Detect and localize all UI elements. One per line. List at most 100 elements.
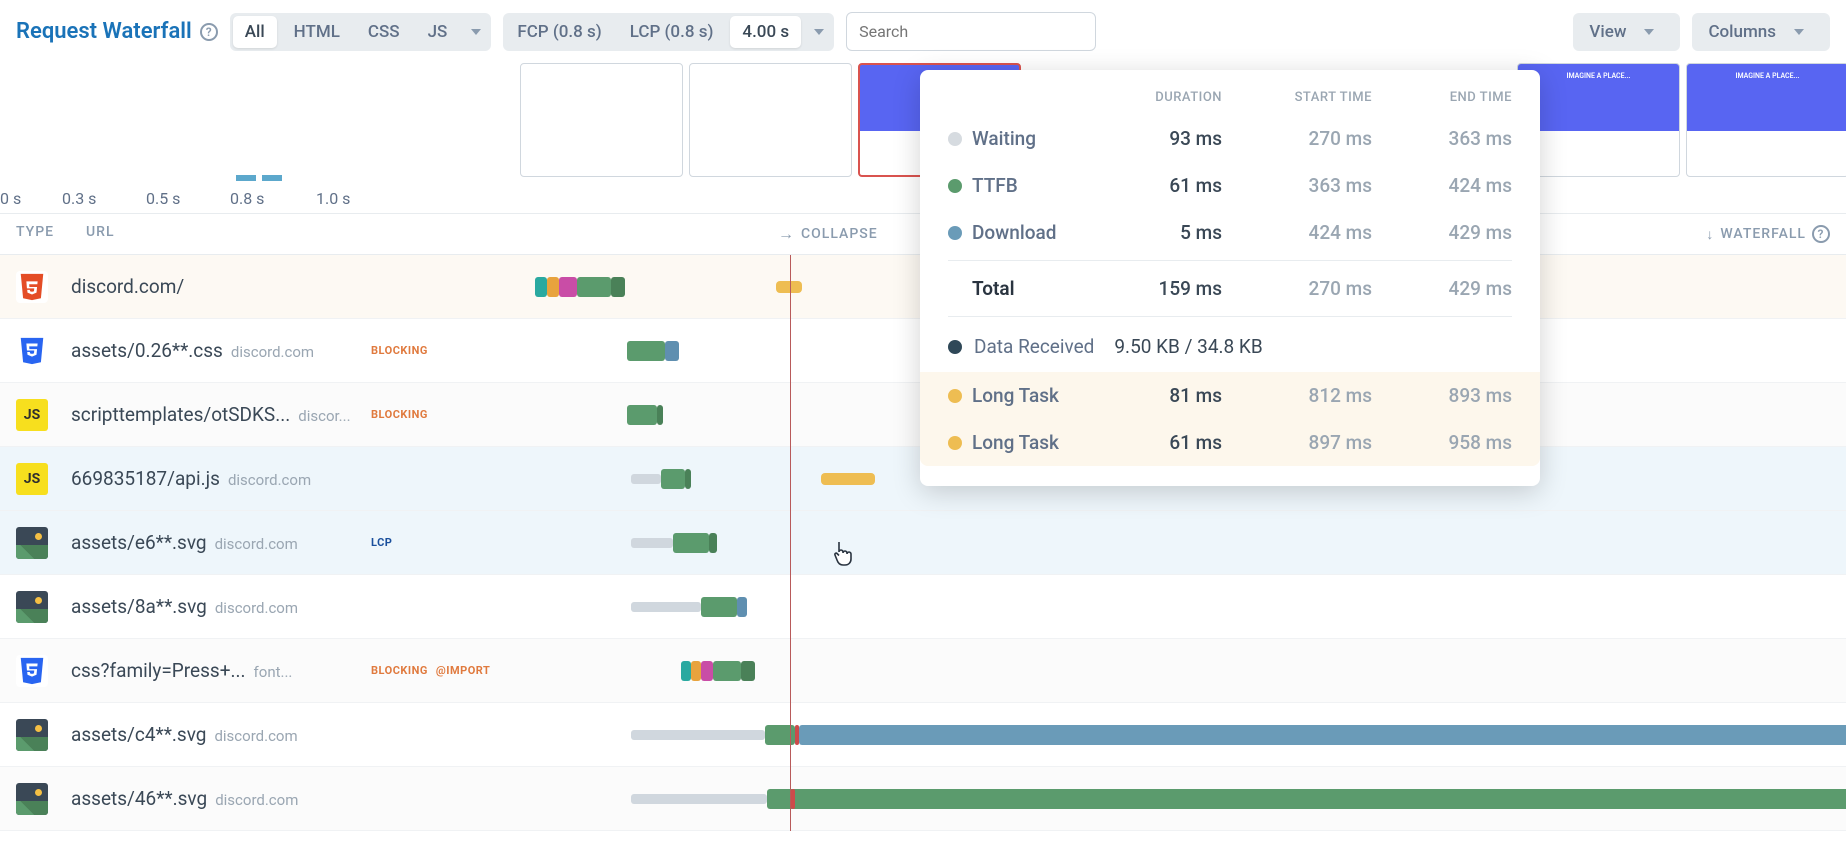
filter-more-icon[interactable] (471, 29, 481, 35)
phase-dot (948, 226, 962, 240)
request-row[interactable]: assets/46**.svg discord.com (0, 767, 1846, 831)
col-url[interactable]: URL (86, 224, 778, 244)
view-label: View (1589, 22, 1626, 42)
metric-group: FCP (0.8 s) LCP (0.8 s) 4.00 s (503, 13, 834, 51)
request-url: assets/c4**.svg (71, 723, 206, 746)
request-row[interactable]: assets/e6**.svg discord.com LCP (0, 511, 1846, 575)
metric-fcp[interactable]: FCP (0.8 s) (503, 14, 615, 50)
phase-duration: 93 ms (1102, 127, 1222, 150)
blocking-badge: BLOCKING (371, 344, 428, 357)
phase-start: 424 ms (1222, 221, 1372, 244)
filter-all[interactable]: All (233, 16, 277, 48)
request-url: assets/e6**.svg (71, 531, 207, 554)
request-domain: font... (254, 663, 293, 681)
longtask-duration: 61 ms (1102, 431, 1222, 454)
total-end: 429 ms (1372, 277, 1512, 300)
phase-duration: 61 ms (1102, 174, 1222, 197)
request-row[interactable]: css?family=Press+... font... BLOCKING @I… (0, 639, 1846, 703)
phase-dot (948, 132, 962, 146)
search-input[interactable] (846, 12, 1096, 51)
waterfall-bar (531, 595, 1830, 619)
ruler-marker (262, 175, 282, 181)
request-row[interactable]: assets/8a**.svg discord.com (0, 575, 1846, 639)
phase-duration: 5 ms (1102, 221, 1222, 244)
header-toolbar: Request Waterfall ? All HTML CSS JS FCP … (0, 0, 1846, 63)
ruler-marker (236, 175, 256, 181)
filter-html[interactable]: HTML (280, 14, 354, 50)
collapse-label: COLLAPSE (801, 226, 878, 242)
longtask-dot (948, 436, 962, 450)
filmstrip-frame[interactable] (689, 63, 852, 177)
longtask-label: Long Task (972, 384, 1102, 407)
longtask-duration: 81 ms (1102, 384, 1222, 407)
longtask-start: 812 ms (1222, 384, 1372, 407)
cursor-icon (831, 540, 853, 571)
metric-lcp[interactable]: LCP (0.8 s) (616, 14, 728, 50)
waterfall-bar (531, 531, 1830, 555)
request-url: discord.com/ (71, 275, 184, 298)
filter-css[interactable]: CSS (354, 14, 414, 50)
waterfall-label: WATERFALL (1720, 226, 1806, 242)
image-icon (16, 719, 48, 751)
data-received-value: 9.50 KB / 34.8 KB (1114, 335, 1262, 358)
import-badge: @IMPORT (436, 664, 490, 677)
help-icon[interactable]: ? (1812, 225, 1830, 243)
waterfall-bar (531, 659, 1830, 683)
tt-col-duration: DURATION (1102, 90, 1222, 105)
waterfall-bar (531, 787, 1830, 811)
request-url: css?family=Press+... (71, 659, 246, 682)
phase-end: 429 ms (1372, 221, 1512, 244)
filmstrip-frame[interactable] (1517, 63, 1680, 177)
filmstrip-frame[interactable] (520, 63, 683, 177)
request-row[interactable]: assets/c4**.svg discord.com (0, 703, 1846, 767)
request-url: scripttemplates/otSDKS... (71, 403, 290, 426)
image-icon (16, 527, 48, 559)
request-domain: discord.com (215, 535, 298, 553)
request-domain: discord.com (214, 727, 297, 745)
view-button[interactable]: View (1573, 13, 1680, 51)
tt-col-start: START TIME (1222, 90, 1372, 105)
longtask-dot (948, 389, 962, 403)
filmstrip-frame[interactable] (1686, 63, 1846, 177)
phase-label: Download (972, 221, 1102, 244)
help-icon[interactable]: ? (200, 23, 218, 41)
image-icon (16, 783, 48, 815)
request-domain: discord.com (231, 343, 314, 361)
js-icon: JS (16, 399, 48, 431)
filter-js[interactable]: JS (414, 14, 462, 50)
total-start: 270 ms (1222, 277, 1372, 300)
time-guideline (790, 255, 791, 831)
col-waterfall[interactable]: ↓ WATERFALL ? (1650, 224, 1830, 244)
total-label: Total (972, 277, 1102, 300)
ruler-tick: 0.3 s (62, 189, 96, 208)
phase-label: Waiting (972, 127, 1102, 150)
metric-more-icon[interactable] (814, 29, 824, 35)
html-icon (16, 271, 48, 303)
ruler-tick: 0.8 s (230, 189, 264, 208)
columns-button[interactable]: Columns (1692, 13, 1830, 51)
sort-down-icon: ↓ (1706, 226, 1714, 243)
longtask-end: 958 ms (1372, 431, 1512, 454)
phase-dot (948, 179, 962, 193)
phase-start: 363 ms (1222, 174, 1372, 197)
blocking-badge: BLOCKING (371, 408, 428, 421)
chevron-down-icon (1644, 29, 1654, 35)
js-icon: JS (16, 463, 48, 495)
request-url: assets/46**.svg (71, 787, 207, 810)
longtask-label: Long Task (972, 431, 1102, 454)
request-url: 669835187/api.js (71, 467, 220, 490)
request-domain: discor... (298, 407, 350, 425)
tt-col-end: END TIME (1372, 90, 1512, 105)
metric-time[interactable]: 4.00 s (730, 16, 801, 48)
request-domain: discord.com (215, 791, 298, 809)
longtask-start: 897 ms (1222, 431, 1372, 454)
request-domain: discord.com (215, 599, 298, 617)
phase-end: 424 ms (1372, 174, 1512, 197)
lcp-badge: LCP (371, 536, 392, 549)
css-icon (16, 335, 48, 367)
data-received-label: Data Received (974, 335, 1094, 358)
request-url: assets/8a**.svg (71, 595, 207, 618)
ruler-tick: 0 s (0, 189, 21, 208)
ruler-tick: 1.0 s (316, 189, 350, 208)
col-type[interactable]: TYPE (16, 224, 86, 244)
